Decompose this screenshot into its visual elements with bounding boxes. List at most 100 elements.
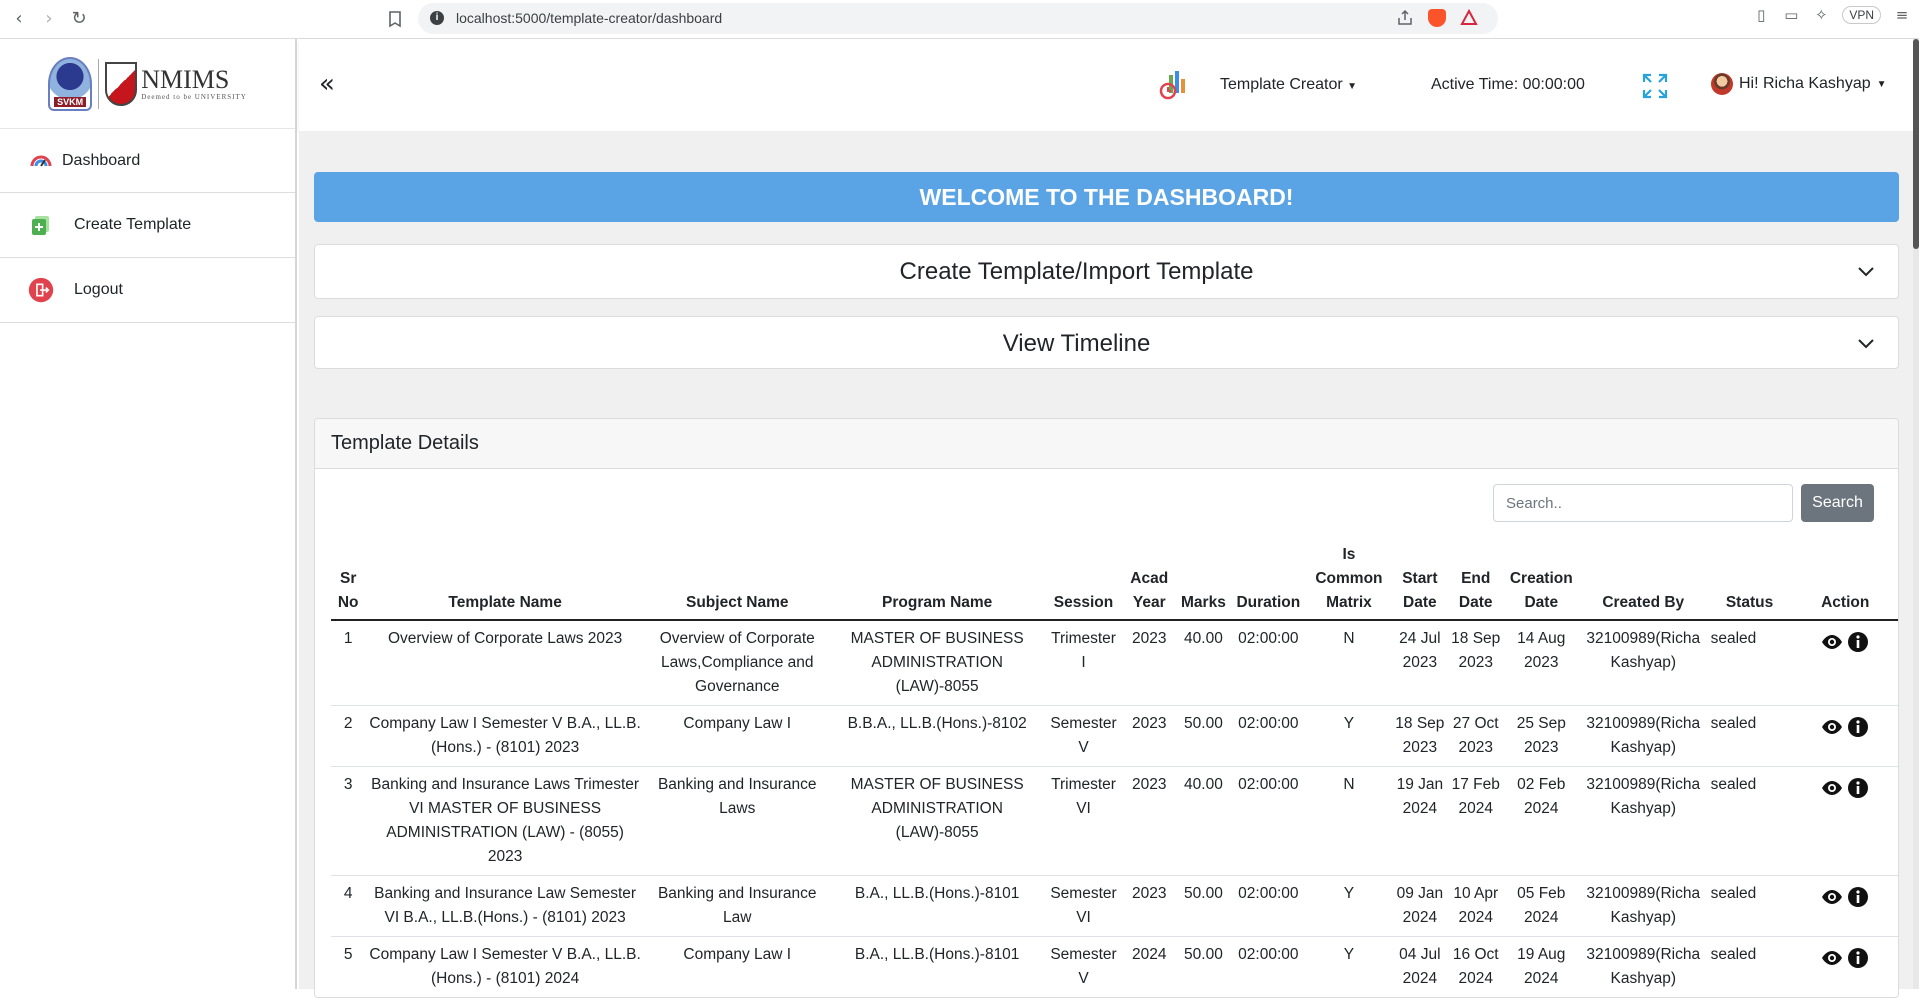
brave-shields-icon[interactable]	[1428, 9, 1446, 27]
browser-toolbar: ‹ › ↻ i localhost:5000/template-creator/…	[0, 0, 1919, 39]
url-text[interactable]: localhost:5000/template-creator/dashboar…	[456, 10, 722, 26]
cell-session: Semester VI	[1044, 875, 1123, 937]
fullscreen-icon[interactable]	[1641, 72, 1669, 100]
share-icon[interactable]	[1396, 9, 1414, 27]
wallet-icon[interactable]: ▭	[1782, 6, 1800, 24]
cell-marks: 50.00	[1176, 875, 1231, 937]
cell-common: Y	[1305, 875, 1392, 937]
info-icon[interactable]	[1847, 886, 1869, 908]
nmims-logo-subtext: Deemed to be UNIVERSITY	[141, 92, 247, 101]
info-icon[interactable]	[1847, 716, 1869, 738]
cell-marks: 50.00	[1176, 705, 1231, 767]
sidebar-item-dashboard[interactable]: Dashboard	[0, 129, 295, 193]
column-header[interactable]: Is Common Matrix	[1305, 539, 1392, 621]
table-row: 1 Overview of Corporate Laws 2023 Overview…	[331, 620, 1898, 706]
view-eye-icon[interactable]	[1821, 947, 1843, 969]
cell-template: Company Law I Semester V B.A., LL.B.(Hon…	[365, 936, 645, 997]
accordion-create-import[interactable]: Create Template/Import Template	[314, 244, 1899, 299]
view-eye-icon[interactable]	[1821, 631, 1843, 653]
cell-template: Company Law I Semester V B.A., LL.B.(Hon…	[365, 705, 645, 767]
module-dropdown[interactable]: Template Creator ▼	[1220, 76, 1357, 94]
address-bar[interactable]: i localhost:5000/template-creator/dashbo…	[418, 3, 1498, 34]
column-header[interactable]: Marks	[1176, 539, 1231, 621]
cell-action	[1791, 936, 1898, 997]
svkm-logo-icon: SVKM	[48, 56, 93, 111]
cell-program: B.A., LL.B.(Hons.)-8101	[829, 875, 1045, 937]
sidebar-item-label: Create Template	[74, 216, 192, 233]
column-header[interactable]: Duration	[1230, 539, 1306, 621]
nmims-logo-text: NMIMS	[141, 64, 230, 94]
sidebar-item-create-template[interactable]: Create Template	[0, 193, 295, 258]
reload-icon[interactable]: ↻	[68, 8, 90, 30]
cell-by: 32100989(Richa Kashyap)	[1578, 875, 1708, 937]
column-header[interactable]: End Date	[1447, 539, 1504, 621]
cell-duration: 02:00:00	[1230, 875, 1306, 937]
cell-sr: 4	[331, 875, 366, 937]
leo-ai-icon[interactable]: ✧	[1812, 6, 1830, 24]
column-header[interactable]: Status	[1707, 539, 1792, 621]
avatar	[1711, 73, 1733, 95]
info-icon[interactable]	[1847, 777, 1869, 799]
cell-start: 19 Jan 2024	[1391, 766, 1448, 876]
cell-created: 05 Feb 2024	[1503, 875, 1579, 937]
site-info-icon[interactable]: i	[430, 11, 444, 25]
column-header[interactable]: Creation Date	[1503, 539, 1579, 621]
cell-sr: 3	[331, 766, 366, 876]
column-header[interactable]: Program Name	[829, 539, 1045, 621]
info-icon[interactable]	[1847, 947, 1869, 969]
forward-icon[interactable]: ›	[38, 8, 60, 30]
view-eye-icon[interactable]	[1821, 777, 1843, 799]
column-header[interactable]: Start Date	[1391, 539, 1448, 621]
cell-by: 32100989(Richa Kashyap)	[1578, 766, 1708, 876]
cell-common: N	[1305, 620, 1392, 706]
nmims-logo: NMIMS Deemed to be UNIVERSITY	[105, 61, 247, 106]
column-header[interactable]: Sr No	[331, 539, 366, 621]
accordion-view-timeline[interactable]: View Timeline	[314, 316, 1899, 369]
user-menu[interactable]: Hi! Richa Kashyap ▼	[1711, 73, 1887, 95]
accordion-title: View Timeline	[1002, 330, 1151, 357]
caret-down-icon: ▼	[1347, 81, 1358, 92]
cell-status: sealed	[1707, 620, 1792, 706]
main-content: WELCOME TO THE DASHBOARD! Create Templat…	[299, 131, 1913, 998]
menu-icon[interactable]: ≡	[1893, 6, 1911, 24]
cell-program: B.B.A., LL.B.(Hons.)-8102	[829, 705, 1045, 767]
bookmark-icon[interactable]	[384, 8, 406, 30]
column-header[interactable]: Action	[1791, 539, 1898, 621]
cell-program: MASTER OF BUSINESS ADMINISTRATION (LAW)-…	[829, 620, 1045, 706]
column-header[interactable]: Created By	[1578, 539, 1708, 621]
column-header[interactable]: Session	[1044, 539, 1123, 621]
cell-end: 10 Apr 2024	[1447, 875, 1504, 937]
cell-program: MASTER OF BUSINESS ADMINISTRATION (LAW)-…	[829, 766, 1045, 876]
view-eye-icon[interactable]	[1821, 716, 1843, 738]
cell-duration: 02:00:00	[1230, 936, 1306, 997]
column-header[interactable]: Subject Name	[644, 539, 830, 621]
info-icon[interactable]	[1847, 631, 1869, 653]
vpn-button[interactable]: VPN	[1842, 6, 1881, 24]
collapse-sidebar-button[interactable]: «	[319, 69, 335, 99]
view-eye-icon[interactable]	[1821, 886, 1843, 908]
search-input[interactable]	[1493, 484, 1793, 522]
template-table: Sr No Template Name Subject Name Program…	[331, 539, 1898, 997]
sidebar-item-label: Dashboard	[62, 151, 141, 169]
brave-rewards-icon[interactable]	[1460, 8, 1478, 27]
page-scrollbar[interactable]	[1913, 39, 1919, 989]
back-icon[interactable]: ‹	[8, 8, 30, 30]
cell-end: 16 Oct 2024	[1447, 936, 1504, 997]
column-header[interactable]: Acad Year	[1122, 539, 1177, 621]
add-document-icon	[28, 212, 54, 238]
cell-subject: Company Law I	[644, 936, 830, 997]
cell-end: 18 Sep 2023	[1447, 620, 1504, 706]
cell-subject: Company Law I	[644, 705, 830, 767]
cell-action	[1791, 705, 1898, 767]
sidebar-toggle-icon[interactable]: ▯	[1752, 6, 1770, 24]
cell-common: Y	[1305, 936, 1392, 997]
sidebar-item-logout[interactable]: Logout	[0, 258, 295, 323]
cell-common: Y	[1305, 705, 1392, 767]
search-button[interactable]: Search	[1801, 484, 1874, 522]
cell-subject: Banking and Insurance Laws	[644, 766, 830, 876]
cell-template: Overview of Corporate Laws 2023	[365, 620, 645, 706]
column-header[interactable]: Template Name	[365, 539, 645, 621]
cell-created: 19 Aug 2024	[1503, 936, 1579, 997]
scrollbar-thumb[interactable]	[1913, 39, 1919, 249]
cell-end: 17 Feb 2024	[1447, 766, 1504, 876]
